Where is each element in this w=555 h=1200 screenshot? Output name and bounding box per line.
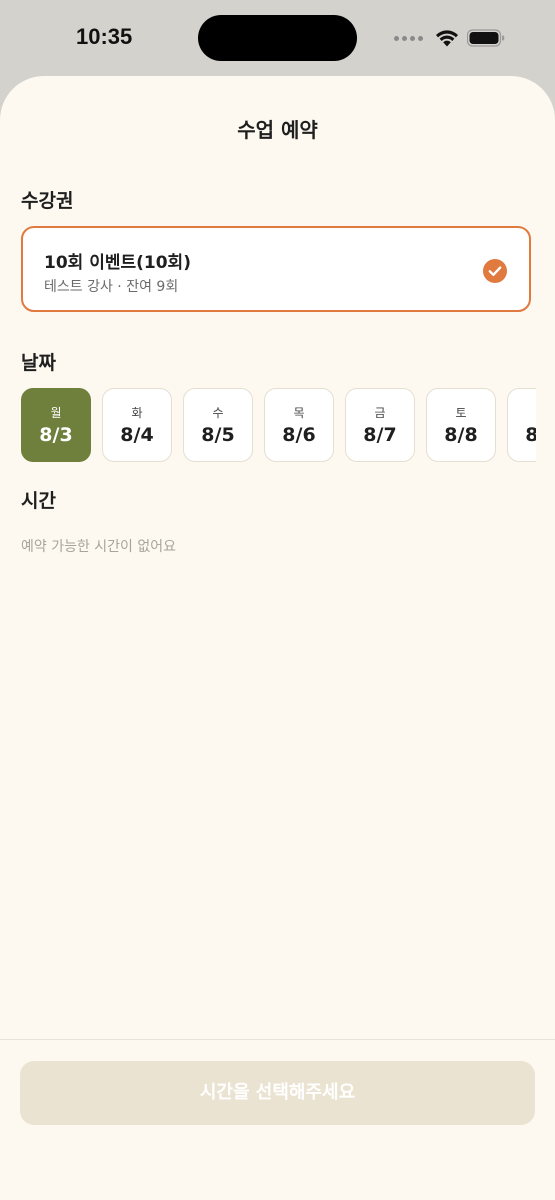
- date-chip[interactable]: 토 8/8: [426, 388, 496, 462]
- ticket-card[interactable]: 10회 이벤트(10회) 테스트 강사 · 잔여 9회: [21, 226, 531, 312]
- signal-dots-icon: [394, 35, 423, 41]
- booking-sheet: 수업 예약 수강권 10회 이벤트(10회) 테스트 강사 · 잔여 9회 날짜…: [0, 76, 555, 1200]
- date-chip[interactable]: 화 8/4: [102, 388, 172, 462]
- status-bar: 10:35: [0, 0, 555, 76]
- date-number: 8/3: [39, 424, 73, 446]
- ticket-section-label: 수강권: [21, 190, 74, 212]
- time-section-label: 시간: [21, 490, 56, 512]
- date-chip[interactable]: 목 8/6: [264, 388, 334, 462]
- date-number: 8/8: [444, 424, 478, 446]
- date-number: 8/6: [282, 424, 316, 446]
- date-day: 화: [131, 406, 143, 420]
- date-chip[interactable]: 금 8/7: [345, 388, 415, 462]
- check-circle-icon: [483, 259, 507, 283]
- select-time-button[interactable]: 시간을 선택해주세요: [20, 1061, 535, 1125]
- date-number: 8/7: [363, 424, 397, 446]
- date-day: 수: [212, 406, 224, 420]
- ticket-title: 10회 이벤트(10회): [44, 253, 191, 273]
- wifi-icon: [436, 30, 458, 47]
- date-row: 월 8/3 화 8/4 수 8/5 목 8/6 금 8/7 토 8/8 8: [21, 388, 536, 462]
- ticket-subtitle: 테스트 강사 · 잔여 9회: [44, 279, 179, 295]
- date-day: 월: [50, 406, 62, 420]
- dynamic-island: [198, 15, 357, 61]
- date-strip[interactable]: 월 8/3 화 8/4 수 8/5 목 8/6 금 8/7 토 8/8 8: [21, 388, 536, 462]
- date-chip-selected[interactable]: 월 8/3: [21, 388, 91, 462]
- date-number: 8/5: [201, 424, 235, 446]
- date-day: 일: [508, 404, 536, 421]
- date-chip[interactable]: 수 8/5: [183, 388, 253, 462]
- date-day: 목: [293, 406, 305, 420]
- date-section-label: 날짜: [21, 352, 56, 374]
- status-icons: [394, 26, 505, 50]
- date-day: 토: [455, 406, 467, 420]
- date-number: 8/9: [525, 424, 536, 446]
- page-title: 수업 예약: [237, 118, 318, 142]
- date-chip[interactable]: 일 8/9: [507, 388, 536, 462]
- date-number: 8/4: [120, 424, 154, 446]
- footer-divider: [0, 1039, 555, 1040]
- battery-icon: [467, 29, 505, 47]
- empty-time-message: 예약 가능한 시간이 없어요: [21, 539, 177, 555]
- status-time: 10:35: [76, 24, 133, 49]
- date-day: 금: [374, 406, 386, 420]
